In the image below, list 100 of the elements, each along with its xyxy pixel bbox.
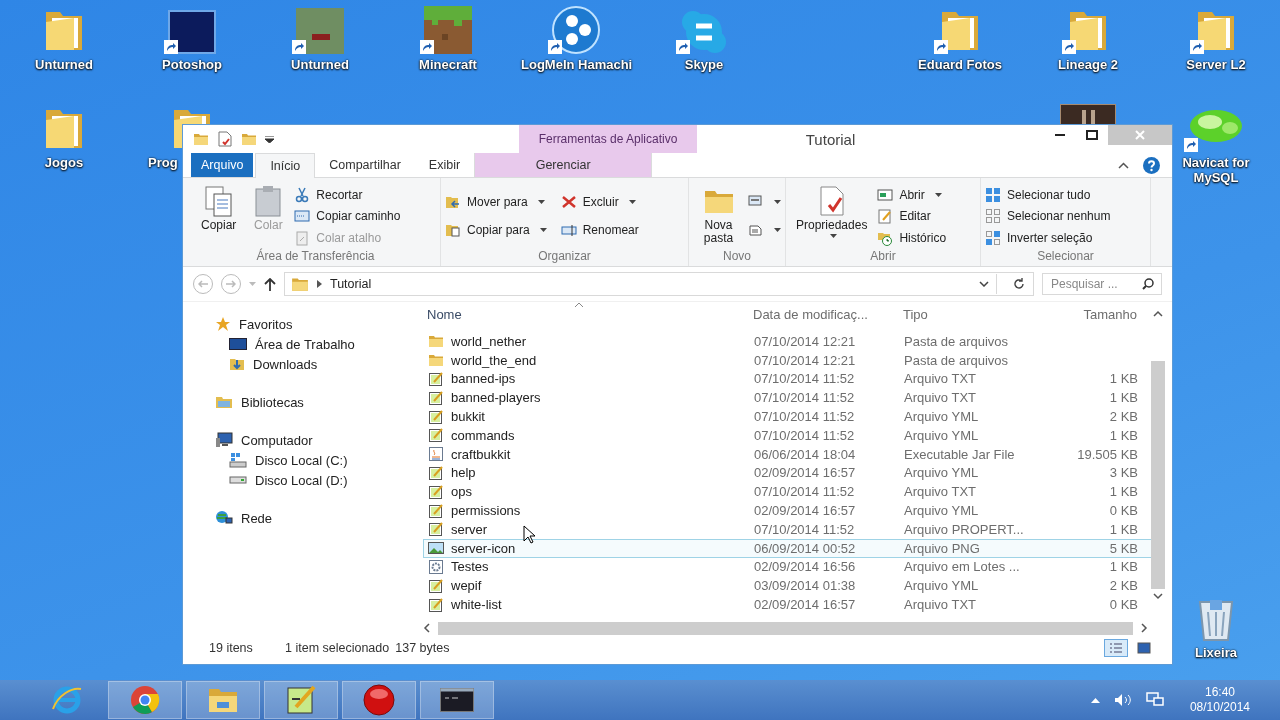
desktop-icon-label[interactable]: Minecraft <box>419 57 477 72</box>
file-row[interactable]: banned-ips 07/10/2014 11:52 Arquivo TXT 1 KB <box>423 369 1152 389</box>
collapse-ribbon-icon[interactable] <box>1118 161 1129 169</box>
nav-item[interactable]: Computador <box>183 430 423 450</box>
ribbon-button[interactable]: Selecionar nenhum <box>985 206 1111 226</box>
size-cell-text: 1 KB <box>1108 484 1138 500</box>
show-hidden-icons-icon[interactable] <box>1090 697 1100 703</box>
speaker-icon[interactable] <box>1113 693 1132 707</box>
refresh-icon[interactable] <box>1013 278 1025 290</box>
file-row[interactable]: craftbukkit 06/06/2014 18:04 Executable Jar File 19.505 KB <box>423 444 1152 464</box>
ribbon-button[interactable]: Histórico <box>877 227 947 248</box>
ribbon-button[interactable]: Selecionar tudo <box>985 184 1111 205</box>
scroll-left-icon[interactable] <box>423 623 430 633</box>
ribbon-button[interactable]: Excluir <box>560 191 639 212</box>
type-cell-text: Arquivo YML <box>904 465 980 481</box>
search-field[interactable]: Pesquisar ... <box>1042 273 1162 295</box>
ribbon-button[interactable]: Nova pasta <box>693 181 744 249</box>
clock-date[interactable]: 08/10/2014 <box>1189 700 1250 715</box>
file-row[interactable]: world_the_end 07/10/2014 12:21 Pasta de arquivos <box>423 350 1152 370</box>
nav-item[interactable]: Disco Local (C:) <box>183 450 423 470</box>
item-count: 19 itens <box>209 641 254 655</box>
ribbon-button[interactable]: Copiar caminho <box>294 206 401 226</box>
nav-item[interactable]: Favoritos <box>183 314 423 334</box>
desktop-icon-label[interactable]: Unturned <box>35 57 93 72</box>
file-row[interactable]: permissions 02/09/2014 16:57 Arquivo YML 0 KB <box>423 501 1152 520</box>
caret-icon <box>628 199 636 204</box>
details-view-icon <box>1109 642 1123 654</box>
ribbon-button[interactable]: Editar <box>877 206 947 226</box>
ribbon-button[interactable]: Copiar para <box>445 220 547 241</box>
scroll-down-icon[interactable] <box>1153 593 1163 600</box>
group-label: Área de Transferência <box>255 249 376 265</box>
breadcrumb[interactable]: Tutorial <box>330 277 372 291</box>
column-header[interactable]: Nome <box>427 306 753 322</box>
file-row[interactable]: server-icon 06/09/2014 00:52 Arquivo PNG 5 KB <box>423 538 1152 558</box>
scroll-right-icon[interactable] <box>1141 623 1148 633</box>
file-name: world_nether <box>451 333 527 349</box>
properties-icon[interactable] <box>217 131 233 147</box>
caret-icon[interactable] <box>265 135 274 143</box>
file-row[interactable]: help 02/09/2014 16:57 Arquivo YML 3 KB <box>423 463 1152 483</box>
file-row[interactable]: banned-players 07/10/2014 11:52 Arquivo TXT 1 KB <box>423 388 1152 408</box>
desktop-icon-label[interactable]: Jogos <box>44 155 84 170</box>
ribbon-button[interactable]: Copiar <box>195 181 243 249</box>
file-row[interactable]: server 07/10/2014 11:52 Arquivo PROPERT... 1 KB <box>423 519 1152 539</box>
address-bar[interactable]: Tutorial <box>284 272 1034 296</box>
type-cell-text: Pasta de arquivos <box>904 352 1010 368</box>
ribbon-button[interactable]: Inverter seleção <box>985 227 1111 248</box>
file-row[interactable]: world_nether 07/10/2014 12:21 Pasta de arquivos <box>423 332 1152 351</box>
folder-icon <box>428 352 444 369</box>
type-cell-text: Pasta de arquivos <box>904 333 1010 349</box>
ribbon-button[interactable]: Renomear <box>560 220 639 241</box>
folder-icon <box>207 686 239 714</box>
ribbon-button[interactable]: Propriedades <box>790 181 874 249</box>
nav-item[interactable]: Área de Trabalho <box>183 334 423 354</box>
ribbon-button[interactable]: Recortar <box>294 184 401 205</box>
ribbon-tab[interactable]: Início <box>255 153 316 178</box>
ribbon-tab[interactable]: Compartilhar <box>315 153 415 177</box>
ribbon-tab[interactable]: Exibir <box>414 153 475 177</box>
file-name: banned-ips <box>451 371 516 387</box>
nav-item[interactable]: Disco Local (D:) <box>183 470 423 490</box>
clock-time[interactable]: 16:40 <box>1204 685 1235 700</box>
ribbon-tab[interactable]: Arquivo <box>191 153 254 177</box>
ribbon-button[interactable]: Mover para <box>445 191 547 212</box>
open-icon <box>877 186 894 203</box>
nav-item[interactable]: Downloads <box>183 354 423 374</box>
column-header[interactable]: Tamanho <box>1045 306 1137 322</box>
caret-icon <box>539 228 547 233</box>
document-icon <box>428 577 444 594</box>
file-name: white-list <box>451 597 502 613</box>
column-header[interactable]: Data de modificaç... <box>753 306 903 322</box>
dropdown-icon[interactable] <box>979 281 989 287</box>
taskbar-button[interactable] <box>420 681 494 719</box>
up-arrow-icon[interactable] <box>264 277 276 291</box>
network-icon[interactable] <box>1145 692 1164 708</box>
file-row[interactable]: Testes 02/09/2014 16:56 Arquivo em Lotes ... 1 KB <box>423 557 1152 577</box>
mouse-cursor-icon <box>523 525 535 544</box>
size-cell-text: 0 KB <box>1108 597 1138 613</box>
scrollbar-thumb[interactable] <box>438 621 1133 635</box>
help-icon[interactable] <box>1143 156 1160 174</box>
desktop-icon-label[interactable]: LogMeIn Hamachi <box>521 57 631 72</box>
column-header[interactable]: Tipo <box>903 306 1045 322</box>
ribbon-button[interactable]: Abrir <box>877 184 947 205</box>
date-cell-text: 02/09/2014 16:57 <box>754 503 857 519</box>
ribbon-tab[interactable]: Gerenciar <box>474 153 653 177</box>
file-row[interactable]: white-list 02/09/2014 16:57 Arquivo TXT 0 KB <box>423 595 1152 614</box>
desktop-icon-label[interactable]: Potoshop <box>162 57 222 72</box>
document-icon <box>428 483 444 500</box>
taskbar-button[interactable] <box>342 681 416 719</box>
scrollbar-thumb[interactable] <box>1151 361 1165 589</box>
scroll-up-icon[interactable] <box>1153 310 1163 317</box>
desktop-icon-label[interactable]: Prog <box>148 155 178 170</box>
rename-icon <box>560 222 577 239</box>
file-row[interactable]: wepif 03/09/2014 01:38 Arquivo YML 2 KB <box>423 576 1152 596</box>
taskbar-button[interactable] <box>264 681 338 719</box>
nav-item[interactable]: Rede <box>183 508 423 528</box>
file-row[interactable]: ops 07/10/2014 11:52 Arquivo TXT 1 KB <box>423 482 1152 502</box>
desktop-icon-label[interactable]: Unturned <box>291 57 349 72</box>
file-row[interactable]: bukkit 07/10/2014 11:52 Arquivo YML 2 KB <box>423 407 1152 426</box>
image-file-icon <box>428 540 444 557</box>
file-row[interactable]: commands 07/10/2014 11:52 Arquivo YML 1 KB <box>423 426 1152 445</box>
nav-item[interactable]: Bibliotecas <box>183 392 423 412</box>
